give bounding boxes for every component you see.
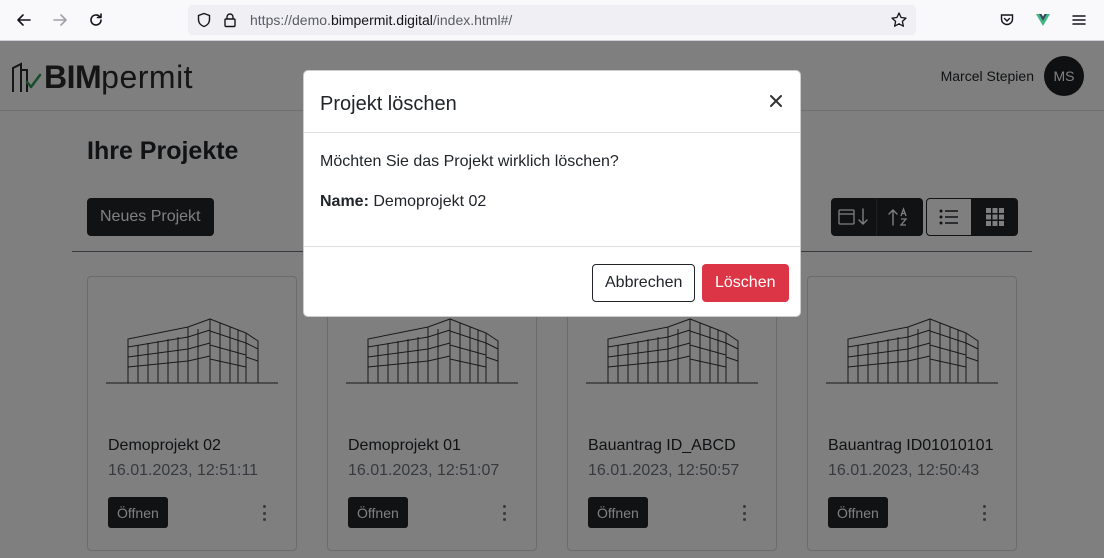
cancel-button[interactable]: Abbrechen (592, 264, 696, 302)
lock-icon[interactable] (222, 12, 238, 28)
bookmark-star-icon[interactable] (890, 11, 908, 29)
modal-header: Projekt löschen (304, 71, 800, 133)
modal-footer: Abbrechen Löschen (304, 246, 800, 316)
name-value: Demoprojekt 02 (373, 193, 487, 210)
forward-icon[interactable] (48, 8, 72, 32)
close-icon[interactable] (768, 93, 784, 109)
modal-body: Möchten Sie das Projekt wirklich löschen… (320, 153, 786, 211)
modal-title: Projekt löschen (320, 93, 457, 115)
url-domain: bimpermit.digital (330, 12, 433, 28)
name-label: Name: (320, 193, 369, 210)
url-suffix: /index.html#/ (432, 12, 513, 28)
url-prefix: https://demo. (250, 12, 331, 28)
delete-confirmation-text: Möchten Sie das Projekt wirklich löschen… (320, 153, 619, 170)
pocket-icon[interactable] (995, 8, 1019, 32)
project-name-line: Name: Demoprojekt 02 (320, 193, 786, 211)
url-text[interactable]: https://demo.bimpermit.digital/index.htm… (250, 12, 512, 28)
vue-devtools-icon[interactable] (1031, 8, 1055, 32)
address-bar[interactable]: https://demo.bimpermit.digital/index.htm… (188, 5, 916, 35)
delete-project-dialog: Projekt löschen Möchten Sie das Projekt … (303, 70, 801, 317)
menu-icon[interactable] (1067, 8, 1091, 32)
delete-button[interactable]: Löschen (702, 264, 789, 302)
browser-toolbar: https://demo.bimpermit.digital/index.htm… (0, 0, 1104, 41)
tracking-shield-icon[interactable] (196, 12, 212, 28)
back-icon[interactable] (12, 8, 36, 32)
reload-icon[interactable] (84, 8, 108, 32)
